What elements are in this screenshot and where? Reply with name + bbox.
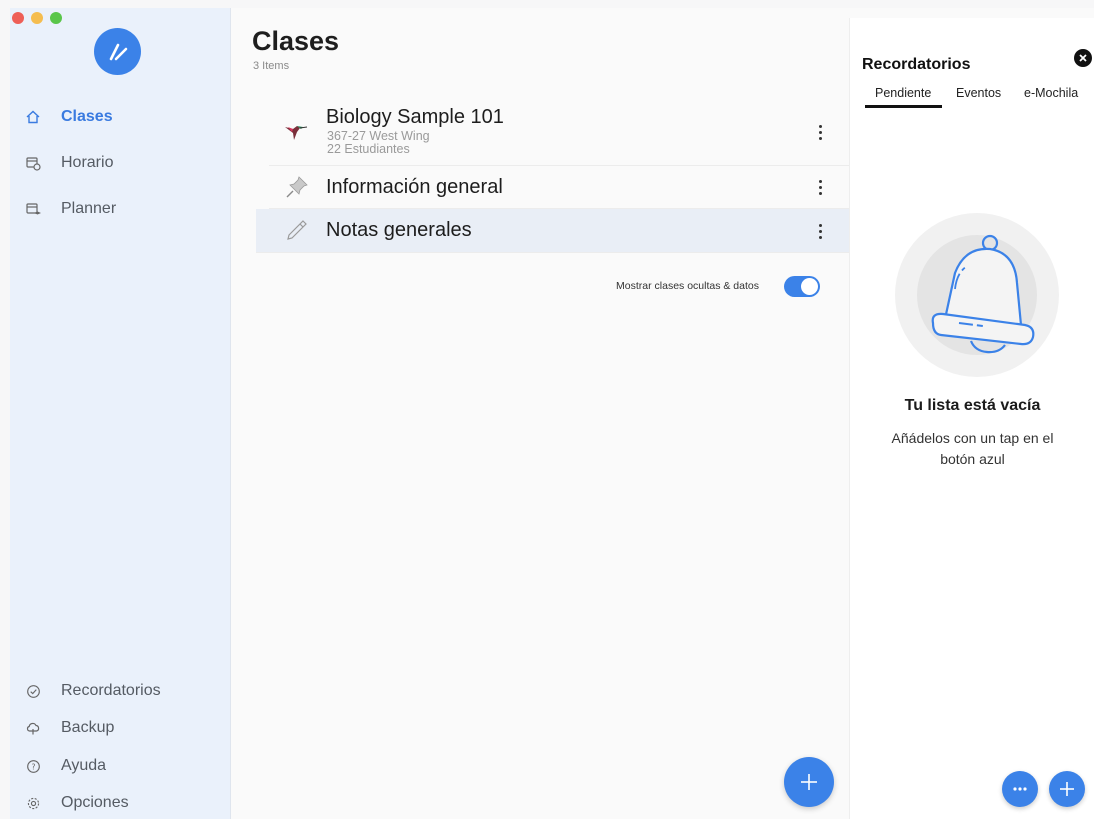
pencil-icon <box>282 217 310 245</box>
toggle-knob <box>801 278 818 295</box>
sidebar-item-recordatorios[interactable]: Recordatorios <box>10 676 231 706</box>
sidebar-item-planner[interactable]: Planner <box>10 194 231 224</box>
sidebar-item-label: Horario <box>61 154 114 171</box>
reminders-panel: Recordatorios Pendiente Eventos e-Mochil… <box>849 18 1094 819</box>
reminders-tabs: Pendiente Eventos e-Mochila <box>862 86 1094 108</box>
cloud-icon <box>24 719 42 737</box>
sidebar-item-label: Planner <box>61 200 117 217</box>
sidebar-item-label: Opciones <box>61 794 129 811</box>
pushpin-icon <box>283 173 311 201</box>
pen-logo-icon <box>94 28 141 75</box>
sidebar: Clases Horario Planner Recordatorios Bac… <box>10 8 231 819</box>
more-options-icon[interactable] <box>815 122 825 142</box>
sidebar-item-opciones[interactable]: Opciones <box>10 788 231 818</box>
tab-eventos[interactable]: Eventos <box>956 86 1001 100</box>
plus-icon <box>801 774 817 790</box>
calendar-cap-icon <box>24 200 42 218</box>
hummingbird-icon <box>281 118 309 146</box>
item-count: 3 Items <box>253 60 290 72</box>
gear-icon <box>24 794 42 812</box>
class-title: Biology Sample 101 <box>326 106 504 128</box>
list-item-title: Información general <box>326 176 503 198</box>
close-icon <box>1079 54 1087 62</box>
more-options-icon[interactable] <box>815 221 825 241</box>
add-reminder-button[interactable] <box>1049 771 1085 807</box>
sidebar-item-backup[interactable]: Backup <box>10 713 231 743</box>
check-circle-icon <box>24 682 42 700</box>
main-content: Clases 3 Items Biology Sample 101 367-27… <box>232 8 849 819</box>
page-title: Clases <box>252 26 340 56</box>
tab-e-mochila[interactable]: e-Mochila <box>1024 86 1078 100</box>
active-tab-indicator <box>865 105 942 108</box>
list-item-title: Notas generales <box>326 219 472 241</box>
more-button[interactable] <box>1002 771 1038 807</box>
panel-title: Recordatorios <box>862 56 971 73</box>
add-class-button[interactable] <box>784 757 834 807</box>
sidebar-item-label: Recordatorios <box>61 682 161 699</box>
tab-pendiente[interactable]: Pendiente <box>875 86 931 100</box>
toggle-label: Mostrar clases ocultas & datos <box>616 280 759 292</box>
class-students: 22 Estudiantes <box>327 142 410 156</box>
app-window: Clases Horario Planner Recordatorios Bac… <box>10 8 1094 819</box>
more-options-icon[interactable] <box>815 177 825 197</box>
bell-icon <box>931 234 1035 354</box>
empty-state-subtitle: Añádelos con un tap en el botón azul <box>891 430 1054 467</box>
hidden-classes-setting: Mostrar clases ocultas & datos <box>610 276 820 300</box>
list-item-informacion-general[interactable]: Información general <box>269 166 849 209</box>
empty-state-title: Tu lista está vacía <box>904 397 1041 414</box>
list-item-notas-generales[interactable]: Notas generales <box>256 209 849 253</box>
close-window-button[interactable] <box>12 12 24 24</box>
sidebar-item-label: Clases <box>61 108 113 125</box>
sidebar-item-label: Ayuda <box>61 757 107 774</box>
home-icon <box>24 108 42 126</box>
sidebar-item-label: Backup <box>61 719 115 736</box>
sidebar-item-horario[interactable]: Horario <box>10 148 231 178</box>
svg-text:?: ? <box>31 762 35 771</box>
ellipsis-icon <box>1013 787 1027 791</box>
question-circle-icon: ? <box>24 757 42 775</box>
minimize-window-button[interactable] <box>31 12 43 24</box>
sidebar-item-ayuda[interactable]: ? Ayuda <box>10 751 231 781</box>
empty-state-illustration <box>895 213 1059 377</box>
window-controls <box>12 12 62 24</box>
calendar-clock-icon <box>24 154 42 172</box>
plus-icon <box>1060 782 1074 796</box>
sidebar-item-clases[interactable]: Clases <box>10 102 231 132</box>
show-hidden-toggle[interactable] <box>784 276 820 297</box>
class-row[interactable]: Biology Sample 101 367-27 West Wing 22 E… <box>269 98 849 166</box>
zoom-window-button[interactable] <box>50 12 62 24</box>
close-panel-button[interactable] <box>1074 49 1092 67</box>
